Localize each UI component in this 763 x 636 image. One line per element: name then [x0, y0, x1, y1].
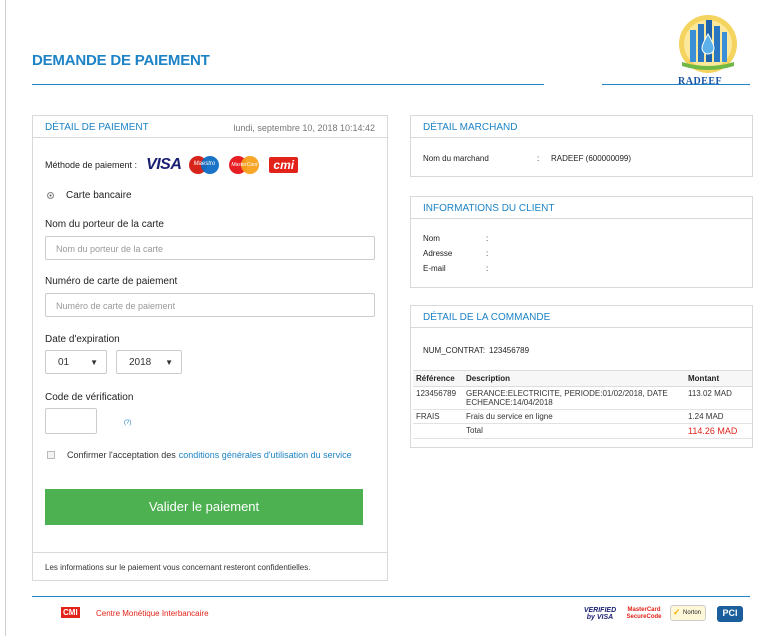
order-panel: DÉTAIL DE LA COMMANDE NUM_CONTRAT: 12345… [410, 305, 753, 448]
submit-payment-button[interactable]: Valider le paiement [45, 489, 363, 525]
terms-row: Confirmer l'acceptation des conditions g… [47, 450, 352, 460]
merchant-name-label: Nom du marchand [423, 154, 489, 163]
expiry-month-select[interactable]: 01 ▼ [45, 350, 107, 374]
order-desc: Frais du service en ligne [463, 409, 685, 424]
payment-detail-panel: DÉTAIL DE PAIEMENT lundi, septembre 10, … [32, 115, 388, 581]
order-ref: 123456789 [413, 386, 463, 410]
merchant-header: DÉTAIL MARCHAND [411, 116, 752, 138]
cvv-help-icon[interactable]: (?) [124, 420, 131, 426]
transaction-datetime: lundi, septembre 10, 2018 10:14:42 [233, 123, 375, 133]
terms-link[interactable]: conditions générales d'utilisation du se… [179, 450, 352, 460]
verified-by-visa-badge-icon: VERIFIED by VISA [583, 607, 617, 621]
cmi-logo-icon: cmi [269, 157, 299, 173]
merchant-name-value: RADEEF (600000099) [551, 154, 632, 163]
payment-detail-title: DÉTAIL DE PAIEMENT [45, 122, 149, 133]
order-amount: 1.24 MAD [685, 409, 752, 424]
client-header: INFORMATIONS DU CLIENT [411, 197, 752, 219]
total-row: Total 114.26 MAD [413, 423, 752, 439]
expiry-year-select[interactable]: 2018 ▼ [116, 350, 182, 374]
total-value: 114.26 MAD [685, 423, 752, 439]
client-name-label: Nom [423, 234, 440, 243]
cmi-footer-text: Centre Monétique Interbancaire [96, 609, 209, 618]
mastercard-securecode-badge-icon: MasterCard SecureCode [626, 607, 662, 620]
chevron-down-icon: ▼ [165, 358, 173, 367]
terms-checkbox[interactable] [47, 451, 55, 459]
payment-detail-header: DÉTAIL DE PAIEMENT lundi, septembre 10, … [33, 116, 387, 138]
footer-divider [32, 596, 750, 597]
chevron-down-icon: ▼ [90, 358, 98, 367]
order-amount: 113.02 MAD [685, 386, 752, 410]
order-ref: FRAIS [413, 409, 463, 424]
window-left-border [5, 0, 6, 636]
page-title: DEMANDE DE PAIEMENT [32, 52, 210, 69]
cardholder-label: Nom du porteur de la carte [45, 219, 164, 230]
total-label: Total [463, 423, 685, 439]
client-address-colon: : [486, 249, 489, 258]
card-method-label: Carte bancaire [66, 190, 132, 201]
card-number-label: Numéro de carte de paiement [45, 276, 178, 287]
table-row: FRAIS Frais du service en ligne 1.24 MAD [413, 409, 752, 424]
column-header: Montant [685, 370, 752, 387]
total-ref-empty [413, 423, 463, 439]
expiry-label: Date d'expiration [45, 334, 120, 345]
terms-text: Confirmer l'acceptation des [67, 450, 176, 460]
client-email-label: E-mail [423, 264, 446, 273]
cvv-label: Code de vérification [45, 392, 134, 403]
cvv-input[interactable] [45, 408, 97, 434]
title-divider [32, 84, 544, 85]
card-number-input[interactable]: Numéro de carte de paiement [45, 293, 375, 317]
checkmark-icon: ✓ [673, 607, 681, 617]
visa-logo-icon: VISA [146, 156, 182, 173]
merchant-panel: DÉTAIL MARCHAND Nom du marchand : RADEEF… [410, 115, 753, 177]
client-address-label: Adresse [423, 249, 453, 258]
mastercard-logo-icon: MasterCard [229, 156, 260, 174]
column-header: Description [463, 370, 685, 387]
client-panel: INFORMATIONS DU CLIENT Nom : Adresse : E… [410, 196, 753, 288]
cardholder-input[interactable]: Nom du porteur de la carte [45, 236, 375, 260]
column-header: Référence [413, 370, 463, 387]
table-row: 123456789 GERANCE:ELECTRICITE, PERIODE:0… [413, 386, 752, 410]
expiry-month-value: 01 [58, 357, 70, 368]
client-email-colon: : [486, 264, 489, 273]
payment-method-label: Méthode de paiement : [45, 160, 138, 170]
radeef-emblem-icon [679, 15, 737, 73]
contract-value: 123456789 [489, 346, 530, 355]
payment-method-row: Méthode de paiement : VISA Maestro Maste… [45, 156, 299, 174]
cmi-footer-logo-icon: CMI [61, 607, 80, 618]
order-desc: GERANCE:ELECTRICITE, PERIODE:01/02/2018,… [463, 386, 685, 410]
radeef-logo-text: RADEEF [678, 76, 723, 87]
order-table: Référence Description Montant 123456789 … [413, 370, 752, 439]
card-method-radio[interactable] [47, 192, 54, 199]
contract-label: NUM_CONTRAT: [423, 346, 486, 355]
client-name-colon: : [486, 234, 489, 243]
expiry-year-value: 2018 [129, 357, 152, 368]
confidentiality-note: Les informations sur le paiement vous co… [33, 552, 387, 580]
card-method-option[interactable]: Carte bancaire [47, 190, 132, 201]
order-header: DÉTAIL DE LA COMMANDE [411, 306, 752, 328]
pci-badge-icon: PCI [717, 606, 743, 622]
norton-secured-badge-icon: ✓ Norton [670, 605, 706, 621]
radeef-logo: RADEEF [668, 14, 748, 88]
maestro-logo-icon: Maestro [189, 156, 220, 174]
merchant-colon: : [537, 154, 540, 163]
order-table-header-row: Référence Description Montant [413, 370, 752, 387]
norton-label: Norton [682, 610, 701, 616]
